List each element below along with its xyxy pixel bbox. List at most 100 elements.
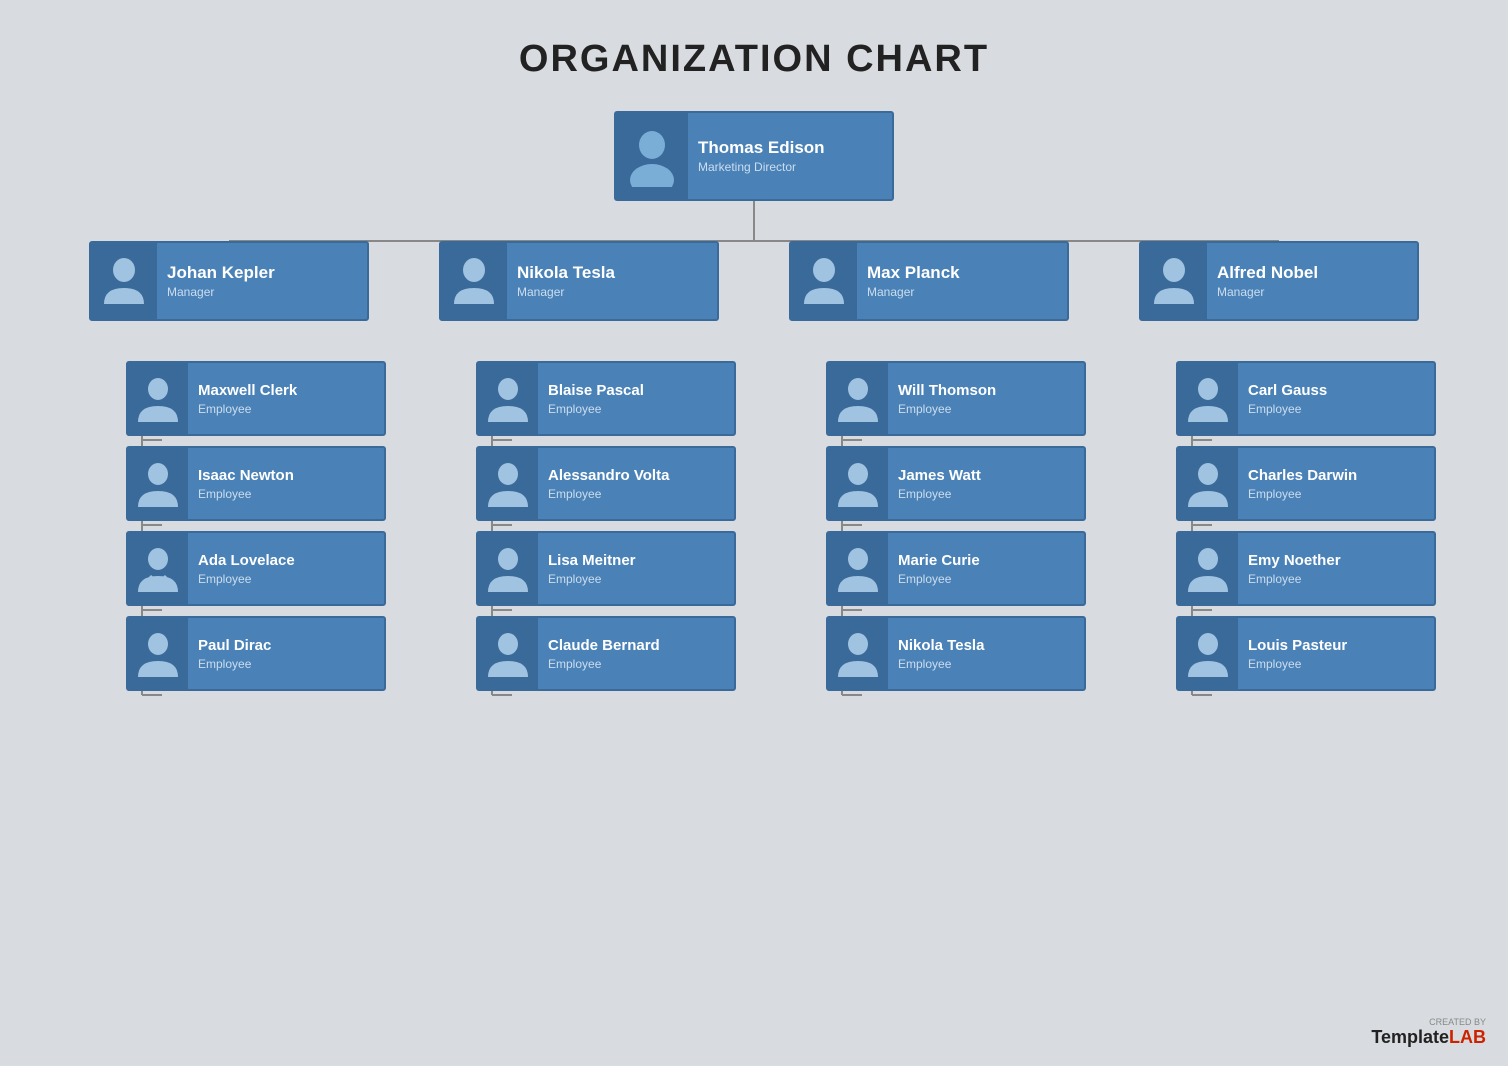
emp-card-1-0[interactable]: Blaise Pascal Employee: [476, 361, 736, 436]
emp-card-2-2[interactable]: Marie Curie Employee: [826, 531, 1086, 606]
emp-role-3-0: Employee: [1248, 402, 1327, 416]
emp-card-1-2[interactable]: Lisa Meitner Employee: [476, 531, 736, 606]
emp-role-0-2: Employee: [198, 572, 295, 586]
emp-card-3-0[interactable]: Carl Gauss Employee: [1176, 361, 1436, 436]
emp-name-2-0: Will Thomson: [898, 382, 996, 400]
emp-name-3-1: Charles Darwin: [1248, 467, 1357, 485]
top-card-text: Thomas Edison Marketing Director: [688, 138, 835, 174]
emp-name-3-2: Emy Noether: [1248, 552, 1341, 570]
top-role: Marketing Director: [698, 160, 825, 174]
emp-col-3: Carl Gauss Employee Charles Darwi: [1104, 361, 1454, 691]
emp-role-0-3: Employee: [198, 657, 271, 671]
manager-name-1: Nikola Tesla: [517, 263, 615, 283]
manager-role-1: Manager: [517, 285, 615, 299]
emp-name-1-3: Claude Bernard: [548, 637, 660, 655]
chart-area: Thomas Edison Marketing Director: [0, 111, 1508, 691]
emp-role-3-2: Employee: [1248, 572, 1341, 586]
emp-text-2-1: James Watt Employee: [888, 467, 991, 501]
emp-name-3-0: Carl Gauss: [1248, 382, 1327, 400]
emp-role-2-1: Employee: [898, 487, 981, 501]
managers-row: Johan Kepler Manager Nikola Tesla: [54, 241, 1454, 321]
manager-card-2[interactable]: Max Planck Manager: [789, 241, 1069, 321]
top-node-wrap: Thomas Edison Marketing Director: [614, 111, 894, 201]
emp-name-1-2: Lisa Meitner: [548, 552, 636, 570]
emp-text-0-0: Maxwell Clerk Employee: [188, 382, 307, 416]
created-by-label: CREATED BY: [1371, 1017, 1486, 1027]
manager-col-0: Johan Kepler Manager: [54, 241, 404, 321]
emp-name-1-1: Alessandro Volta: [548, 467, 669, 485]
emp-card-3-2[interactable]: Emy Noether Employee: [1176, 531, 1436, 606]
brand-lab: LAB: [1449, 1027, 1486, 1047]
manager-text-3: Alfred Nobel Manager: [1207, 263, 1328, 299]
emp-avatar-2-1: [828, 446, 888, 521]
emp-name-0-3: Paul Dirac: [198, 637, 271, 655]
manager-col-2: Max Planck Manager: [754, 241, 1104, 321]
emp-col-1: Blaise Pascal Employee Alessandro: [404, 361, 754, 691]
emp-role-2-2: Employee: [898, 572, 980, 586]
emp-card-2-3[interactable]: Nikola Tesla Employee: [826, 616, 1086, 691]
emp-role-2-0: Employee: [898, 402, 996, 416]
manager-card-0[interactable]: Johan Kepler Manager: [89, 241, 369, 321]
emp-name-2-2: Marie Curie: [898, 552, 980, 570]
emp-card-3-1[interactable]: Charles Darwin Employee: [1176, 446, 1436, 521]
emp-text-2-0: Will Thomson Employee: [888, 382, 1006, 416]
emp-name-2-3: Nikola Tesla: [898, 637, 984, 655]
manager-name-3: Alfred Nobel: [1217, 263, 1318, 283]
emp-name-1-0: Blaise Pascal: [548, 382, 644, 400]
brand-label: TemplateLAB: [1371, 1027, 1486, 1047]
manager-col-3: Alfred Nobel Manager: [1104, 241, 1454, 321]
emp-text-1-1: Alessandro Volta Employee: [538, 467, 679, 501]
emp-list-1: Blaise Pascal Employee Alessandro: [476, 361, 736, 691]
manager-role-2: Manager: [867, 285, 960, 299]
emp-name-2-1: James Watt: [898, 467, 981, 485]
page-title: ORGANIZATION CHART: [0, 0, 1508, 111]
manager-name-0: Johan Kepler: [167, 263, 275, 283]
lines-and-managers: Johan Kepler Manager Nikola Tesla: [54, 201, 1454, 691]
top-card[interactable]: Thomas Edison Marketing Director: [614, 111, 894, 201]
emp-card-2-0[interactable]: Will Thomson Employee: [826, 361, 1086, 436]
emp-avatar-0-0: [128, 361, 188, 436]
manager-card-3[interactable]: Alfred Nobel Manager: [1139, 241, 1419, 321]
watermark: CREATED BY TemplateLAB: [1371, 1017, 1486, 1048]
manager-role-0: Manager: [167, 285, 275, 299]
emp-list-3: Carl Gauss Employee Charles Darwi: [1176, 361, 1436, 691]
emp-role-0-0: Employee: [198, 402, 297, 416]
emp-card-0-2[interactable]: Ada Lovelace Employee: [126, 531, 386, 606]
emp-list-0: Maxwell Clerk Employee Isaac Newt: [126, 361, 386, 691]
emp-card-2-1[interactable]: James Watt Employee: [826, 446, 1086, 521]
emp-text-1-3: Claude Bernard Employee: [538, 637, 670, 671]
manager-avatar-1: [441, 241, 507, 321]
manager-avatar-0: [91, 241, 157, 321]
emp-list-2: Will Thomson Employee James Watt: [826, 361, 1086, 691]
emp-text-0-1: Isaac Newton Employee: [188, 467, 304, 501]
emp-text-2-2: Marie Curie Employee: [888, 552, 990, 586]
emp-role-2-3: Employee: [898, 657, 984, 671]
emp-card-0-0[interactable]: Maxwell Clerk Employee: [126, 361, 386, 436]
emp-avatar-3-3: [1178, 616, 1238, 691]
emp-text-1-2: Lisa Meitner Employee: [538, 552, 646, 586]
emp-name-3-3: Louis Pasteur: [1248, 637, 1347, 655]
emp-avatar-0-3: [128, 616, 188, 691]
emp-card-0-3[interactable]: Paul Dirac Employee: [126, 616, 386, 691]
emp-avatar-2-3: [828, 616, 888, 691]
emp-avatar-0-2: [128, 531, 188, 606]
emp-name-0-1: Isaac Newton: [198, 467, 294, 485]
emp-card-0-1[interactable]: Isaac Newton Employee: [126, 446, 386, 521]
emp-card-3-3[interactable]: Louis Pasteur Employee: [1176, 616, 1436, 691]
emp-col-0: Maxwell Clerk Employee Isaac Newt: [54, 361, 404, 691]
emp-role-1-0: Employee: [548, 402, 644, 416]
manager-col-1: Nikola Tesla Manager: [404, 241, 754, 321]
emp-name-0-0: Maxwell Clerk: [198, 382, 297, 400]
emp-avatar-3-2: [1178, 531, 1238, 606]
emp-name-0-2: Ada Lovelace: [198, 552, 295, 570]
manager-card-1[interactable]: Nikola Tesla Manager: [439, 241, 719, 321]
emp-role-0-1: Employee: [198, 487, 294, 501]
emp-text-0-2: Ada Lovelace Employee: [188, 552, 305, 586]
emp-text-0-3: Paul Dirac Employee: [188, 637, 281, 671]
emp-card-1-3[interactable]: Claude Bernard Employee: [476, 616, 736, 691]
emp-avatar-3-0: [1178, 361, 1238, 436]
emp-card-1-1[interactable]: Alessandro Volta Employee: [476, 446, 736, 521]
emp-role-1-1: Employee: [548, 487, 669, 501]
emp-avatar-2-2: [828, 531, 888, 606]
manager-avatar-2: [791, 241, 857, 321]
